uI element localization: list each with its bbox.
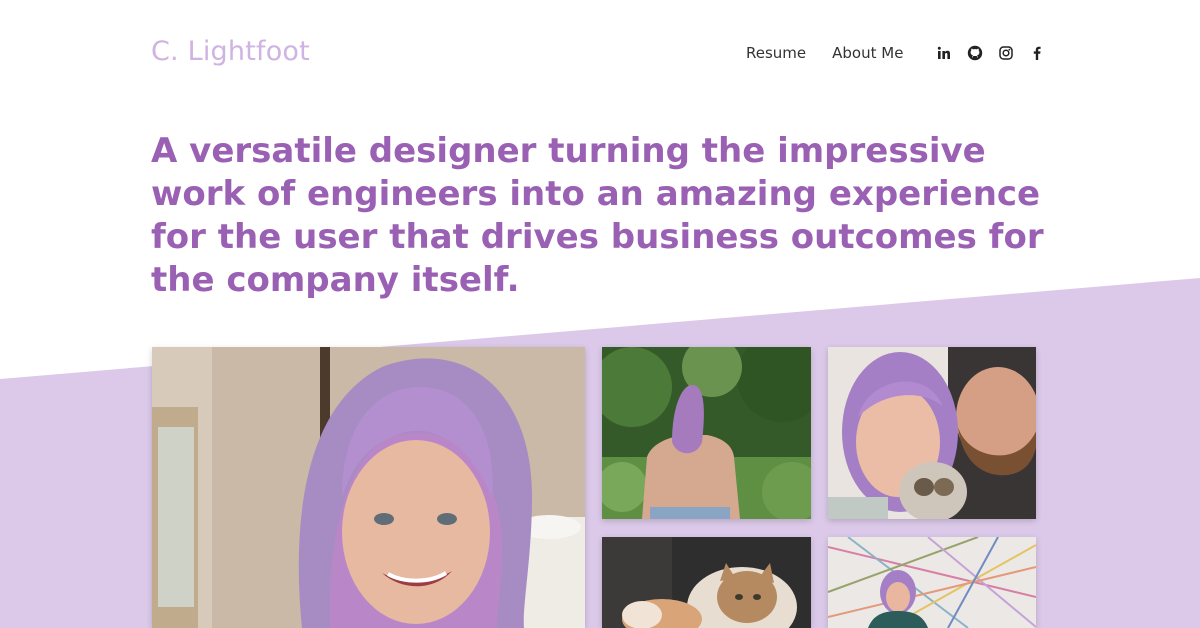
main-nav: Resume About Me (746, 43, 1059, 63)
instagram-icon[interactable] (997, 44, 1015, 62)
linkedin-icon[interactable] (935, 44, 953, 62)
facebook-icon[interactable] (1028, 44, 1046, 62)
art-wall-photo (828, 537, 1036, 628)
cat-photo (602, 537, 811, 628)
page: C. Lightfoot Resume About Me A versatile… (0, 0, 1200, 628)
site-logo[interactable]: C. Lightfoot (151, 36, 310, 67)
couple-with-cat-photo (828, 347, 1036, 519)
hero-headline: A versatile designer turning the impress… (151, 131, 1044, 300)
social-links (935, 44, 1059, 62)
forest-photo (602, 347, 811, 519)
portrait-photo (152, 347, 585, 628)
nav-link-resume[interactable]: Resume (746, 43, 806, 63)
nav-link-about-me[interactable]: About Me (832, 43, 903, 63)
github-icon[interactable] (966, 44, 984, 62)
